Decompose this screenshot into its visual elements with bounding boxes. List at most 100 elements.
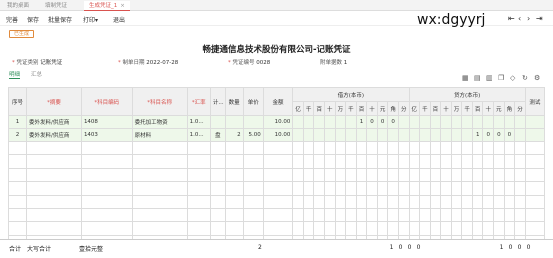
empty-row[interactable] bbox=[8, 221, 546, 236]
row-seq[interactable]: 2 bbox=[8, 128, 27, 142]
empty-cell[interactable] bbox=[334, 221, 347, 236]
empty-cell[interactable] bbox=[524, 194, 546, 209]
empty-cell[interactable] bbox=[355, 207, 368, 223]
empty-cell[interactable] bbox=[334, 167, 347, 183]
row-unit[interactable] bbox=[209, 115, 226, 129]
empty-cell[interactable] bbox=[440, 167, 452, 183]
empty-cell[interactable] bbox=[429, 140, 442, 156]
debit-digit-cell[interactable]: 0 bbox=[366, 115, 378, 129]
empty-cell[interactable] bbox=[355, 194, 368, 209]
debit-digit-cell[interactable]: 0 bbox=[376, 115, 389, 129]
empty-cell[interactable] bbox=[25, 140, 82, 156]
tag-icon[interactable]: ◇ bbox=[510, 74, 515, 82]
empty-cell[interactable] bbox=[131, 181, 188, 196]
tab-fill-voucher[interactable]: 填制凭证 bbox=[40, 1, 72, 11]
empty-cell[interactable] bbox=[524, 167, 546, 183]
empty-cell[interactable] bbox=[429, 221, 442, 236]
empty-cell[interactable] bbox=[482, 167, 495, 183]
row-summary[interactable]: 委外发料/供应商 bbox=[25, 115, 82, 129]
empty-cell[interactable] bbox=[313, 194, 325, 209]
tab-desktop[interactable]: 我的桌面 bbox=[2, 1, 34, 11]
empty-cell[interactable] bbox=[397, 207, 410, 223]
empty-cell[interactable] bbox=[324, 207, 336, 223]
empty-cell[interactable] bbox=[242, 140, 264, 156]
row-amount[interactable]: 10.00 bbox=[262, 115, 294, 129]
empty-cell[interactable] bbox=[408, 207, 421, 223]
empty-cell[interactable] bbox=[493, 140, 505, 156]
empty-cell[interactable] bbox=[209, 167, 226, 183]
empty-cell[interactable] bbox=[186, 140, 211, 156]
empty-cell[interactable] bbox=[209, 207, 226, 223]
empty-cell[interactable] bbox=[471, 154, 484, 169]
empty-cell[interactable] bbox=[461, 140, 473, 156]
empty-cell[interactable] bbox=[419, 140, 431, 156]
empty-cell[interactable] bbox=[355, 154, 368, 169]
empty-cell[interactable] bbox=[493, 221, 505, 236]
empty-cell[interactable] bbox=[376, 194, 389, 209]
empty-cell[interactable] bbox=[242, 167, 264, 183]
empty-cell[interactable] bbox=[429, 167, 442, 183]
empty-cell[interactable] bbox=[131, 154, 188, 169]
first-page-icon[interactable]: ⇤ bbox=[508, 14, 515, 23]
empty-cell[interactable] bbox=[397, 194, 410, 209]
row-test[interactable] bbox=[524, 128, 546, 142]
empty-cell[interactable] bbox=[324, 181, 336, 196]
empty-cell[interactable] bbox=[493, 181, 505, 196]
empty-cell[interactable] bbox=[482, 181, 495, 196]
empty-row[interactable] bbox=[8, 181, 546, 196]
empty-cell[interactable] bbox=[302, 154, 315, 169]
empty-cell[interactable] bbox=[80, 181, 133, 196]
insert-row-icon[interactable]: ▤ bbox=[474, 74, 481, 82]
empty-cell[interactable] bbox=[366, 221, 378, 236]
debit-digit-cell[interactable] bbox=[334, 128, 347, 142]
row-seq[interactable]: 1 bbox=[8, 115, 27, 129]
empty-cell[interactable] bbox=[461, 207, 473, 223]
empty-cell[interactable] bbox=[209, 140, 226, 156]
credit-digit-cell[interactable] bbox=[471, 115, 484, 129]
empty-cell[interactable] bbox=[440, 207, 452, 223]
empty-cell[interactable] bbox=[302, 140, 315, 156]
tab-detail[interactable]: 明细 bbox=[9, 70, 21, 79]
empty-cell[interactable] bbox=[80, 154, 133, 169]
empty-cell[interactable] bbox=[471, 207, 484, 223]
empty-cell[interactable] bbox=[471, 221, 484, 236]
empty-cell[interactable] bbox=[80, 207, 133, 223]
empty-cell[interactable] bbox=[471, 181, 484, 196]
credit-digit-cell[interactable]: 0 bbox=[503, 128, 516, 142]
debit-digit-cell[interactable] bbox=[324, 128, 336, 142]
empty-cell[interactable] bbox=[440, 154, 452, 169]
credit-digit-cell[interactable] bbox=[461, 128, 473, 142]
empty-cell[interactable] bbox=[25, 221, 82, 236]
credit-digit-cell[interactable] bbox=[450, 128, 463, 142]
empty-cell[interactable] bbox=[131, 167, 188, 183]
empty-cell[interactable] bbox=[8, 167, 27, 183]
empty-cell[interactable] bbox=[242, 154, 264, 169]
attachment-field[interactable]: 附单据数 1 bbox=[320, 58, 347, 66]
credit-digit-cell[interactable] bbox=[503, 115, 516, 129]
empty-cell[interactable] bbox=[440, 181, 452, 196]
empty-cell[interactable] bbox=[8, 221, 27, 236]
empty-cell[interactable] bbox=[450, 181, 463, 196]
empty-cell[interactable] bbox=[131, 207, 188, 223]
empty-cell[interactable] bbox=[186, 207, 211, 223]
debit-digit-cell[interactable] bbox=[397, 128, 410, 142]
empty-cell[interactable] bbox=[387, 140, 399, 156]
empty-cell[interactable] bbox=[8, 194, 27, 209]
empty-cell[interactable] bbox=[387, 167, 399, 183]
empty-cell[interactable] bbox=[429, 181, 442, 196]
empty-cell[interactable] bbox=[345, 167, 357, 183]
empty-cell[interactable] bbox=[80, 221, 133, 236]
empty-cell[interactable] bbox=[503, 140, 516, 156]
credit-digit-cell[interactable] bbox=[514, 115, 526, 129]
empty-cell[interactable] bbox=[408, 154, 421, 169]
empty-cell[interactable] bbox=[376, 181, 389, 196]
debit-digit-cell[interactable] bbox=[324, 115, 336, 129]
empty-cell[interactable] bbox=[514, 181, 526, 196]
debit-digit-cell[interactable] bbox=[397, 115, 410, 129]
empty-cell[interactable] bbox=[334, 194, 347, 209]
empty-cell[interactable] bbox=[376, 167, 389, 183]
empty-cell[interactable] bbox=[419, 181, 431, 196]
empty-cell[interactable] bbox=[334, 207, 347, 223]
empty-cell[interactable] bbox=[366, 140, 378, 156]
empty-cell[interactable] bbox=[387, 154, 399, 169]
